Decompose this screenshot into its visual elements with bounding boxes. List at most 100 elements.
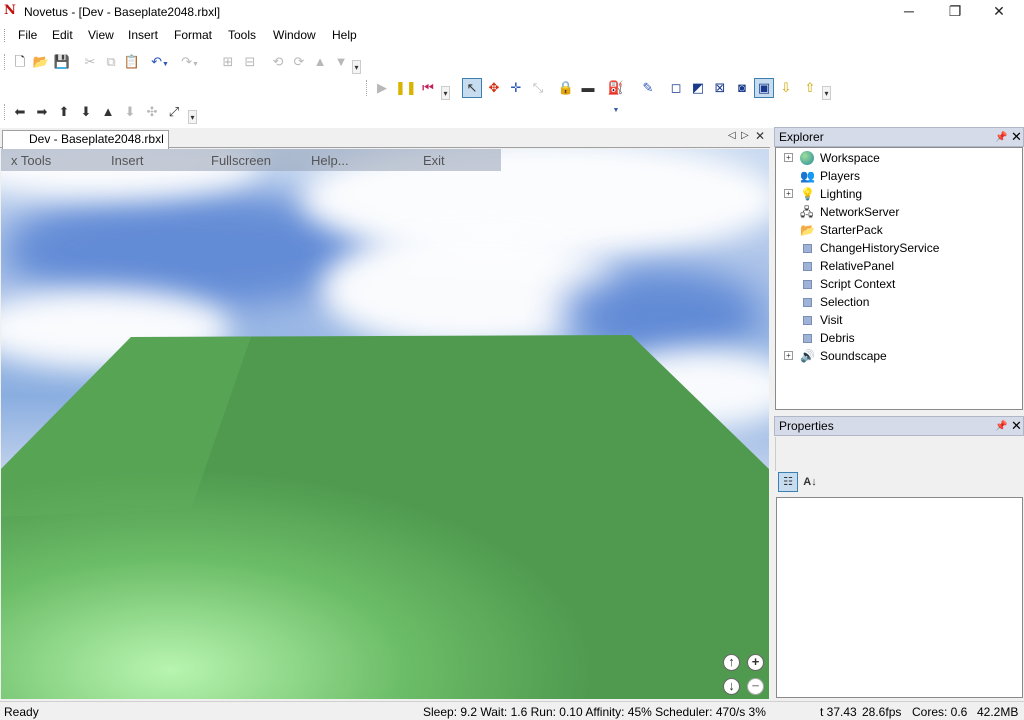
close-window-button[interactable]: ✕ [976,0,1022,24]
select-cursor-icon[interactable]: ↖ [462,78,482,98]
camera-up-icon[interactable]: ⬆ [54,102,74,122]
game-menu-tools[interactable]: x Tools [11,153,51,168]
tree-item-soundscape[interactable]: + 🔊 Soundscape [776,347,1022,365]
toolbar-grip[interactable] [4,54,7,70]
close-properties-button[interactable]: ✕ [1011,417,1022,435]
expand-icon[interactable]: + [784,351,793,360]
tree-item-changehistoryservice[interactable]: ChangeHistoryService [776,239,1022,257]
toolbar-overflow-chevron-icon[interactable]: ▾ [822,86,831,100]
camera-up-circle-icon[interactable]: ↑ [723,654,740,671]
tab-scroll-left-icon[interactable]: ◁ [728,130,736,141]
rotate-left-icon[interactable]: ⟲ [268,52,288,72]
rotate-right-icon[interactable]: ⟳ [289,52,309,72]
cut-icon[interactable]: ✂ [80,52,100,72]
explorer-tree: + Workspace 👥 Players + 💡 Lighting 🖧 Net… [775,147,1023,410]
toolbar-overflow-chevron-icon[interactable]: ▾ [188,110,197,124]
zoom-extents-icon[interactable]: ⤢ [164,102,184,122]
alphabetical-sort-icon[interactable]: A↓ [800,472,820,492]
menu-insert[interactable]: Insert [128,28,158,42]
tree-item-starterpack[interactable]: 📂 StarterPack [776,221,1022,239]
menu-tools[interactable]: Tools [228,28,256,42]
lock-icon[interactable]: 🔒 [556,78,576,98]
globe-icon [800,151,814,165]
paste-icon[interactable]: 📋 [122,52,142,72]
tree-item-debris[interactable]: Debris [776,329,1022,347]
menu-help[interactable]: Help [332,28,357,42]
menu-format[interactable]: Format [174,28,212,42]
network-icon: 🖧 [800,205,814,219]
game-menu-insert[interactable]: Insert [111,153,144,168]
folder-icon: 📂 [800,223,815,237]
move-down-icon[interactable]: ▼ [331,52,351,72]
categorized-view-icon[interactable]: ☷ [778,472,798,492]
surface-tool-4-icon[interactable]: ◙ [732,78,752,98]
redo-icon[interactable]: ↷▼ [180,52,200,72]
3d-viewport[interactable]: x Tools Insert Fullscreen Help... Exit ↑… [1,149,769,699]
toolbar-grip[interactable] [366,80,369,96]
tree-item-relativepanel[interactable]: RelativePanel [776,257,1022,275]
surface-tool-5-icon[interactable]: ▣ [754,78,774,98]
camera-tilt-down-icon[interactable]: ⬇ [120,102,140,122]
expand-icon[interactable]: + [784,153,793,162]
surface-tool-3-icon[interactable]: ⊠ [710,78,730,98]
tree-item-selection[interactable]: Selection [776,293,1022,311]
pin-icon[interactable]: 📌 [995,129,1007,147]
maximize-button[interactable]: ❐ [932,0,978,24]
toolbar-overflow-chevron-icon[interactable]: ▾ [352,60,361,74]
properties-grid[interactable] [776,497,1023,698]
pause-icon[interactable]: ❚❚ [395,78,417,98]
tree-item-workspace[interactable]: + Workspace [776,149,1022,167]
tree-item-networkserver[interactable]: 🖧 NetworkServer [776,203,1022,221]
save-icon[interactable]: 💾 [52,52,72,72]
minimize-button[interactable]: ─ [886,0,932,24]
menu-window[interactable]: Window [273,28,316,42]
camera-left-icon[interactable]: ⬅ [10,102,30,122]
dropper-icon[interactable]: ✎ [638,78,658,98]
anchor-down-icon[interactable]: ⇩ [776,78,796,98]
group-icon[interactable]: ⊞ [218,52,238,72]
tree-item-label: Workspace [820,151,880,165]
ungroup-icon[interactable]: ⊟ [240,52,260,72]
game-menu-fullscreen[interactable]: Fullscreen [211,153,271,168]
open-folder-icon[interactable]: 📂 [31,52,51,72]
menu-file[interactable]: File [18,28,37,42]
zoom-out-circle-icon[interactable]: − [747,678,764,695]
camera-down-icon[interactable]: ⬇ [76,102,96,122]
tree-item-visit[interactable]: Visit [776,311,1022,329]
toolbar-overflow-chevron-icon[interactable]: ▾ [441,86,450,100]
zoom-to-icon[interactable]: ✣ [142,102,162,122]
pin-icon[interactable]: 📌 [995,418,1007,436]
measure-icon[interactable]: ▬ [578,78,598,98]
menu-edit[interactable]: Edit [52,28,73,42]
move-tool-icon[interactable]: ✛ [506,78,526,98]
surface-tool-1-icon[interactable]: ◻ [666,78,686,98]
play-icon[interactable]: ▶ [372,78,392,98]
surface-tool-2-icon[interactable]: ◩ [688,78,708,98]
zoom-in-circle-icon[interactable]: + [747,654,764,671]
camera-right-icon[interactable]: ➡ [32,102,52,122]
tree-item-lighting[interactable]: + 💡 Lighting [776,185,1022,203]
tree-item-players[interactable]: 👥 Players [776,167,1022,185]
copy-icon[interactable]: ⧉ [101,52,121,72]
anchor-up-icon[interactable]: ⇧ [800,78,820,98]
new-file-icon[interactable]: 🗋 [10,52,30,72]
drag-tool-icon[interactable]: ✥ [484,78,504,98]
close-document-button[interactable]: ✕ [755,129,765,143]
reset-icon[interactable]: ⏮ [418,78,438,98]
resize-tool-icon[interactable]: ⤡ [528,78,548,98]
game-menu-exit[interactable]: Exit [423,153,445,168]
menu-grip[interactable] [4,29,7,42]
camera-tilt-up-icon[interactable]: ▲ [98,102,118,122]
toolbar-grip[interactable] [4,104,7,120]
camera-down-circle-icon[interactable]: ↓ [723,678,740,695]
paint-bucket-icon[interactable]: ⛽▼ [606,78,626,114]
expand-icon[interactable]: + [784,189,793,198]
close-explorer-button[interactable]: ✕ [1011,128,1022,146]
tree-item-scriptcontext[interactable]: Script Context [776,275,1022,293]
undo-icon[interactable]: ↶▼ [150,52,170,72]
menu-view[interactable]: View [88,28,114,42]
document-tab[interactable]: Dev - Baseplate2048.rbxl [2,130,169,149]
tab-scroll-right-icon[interactable]: ▷ [741,130,749,141]
game-menu-help[interactable]: Help... [311,153,349,168]
move-up-icon[interactable]: ▲ [310,52,330,72]
